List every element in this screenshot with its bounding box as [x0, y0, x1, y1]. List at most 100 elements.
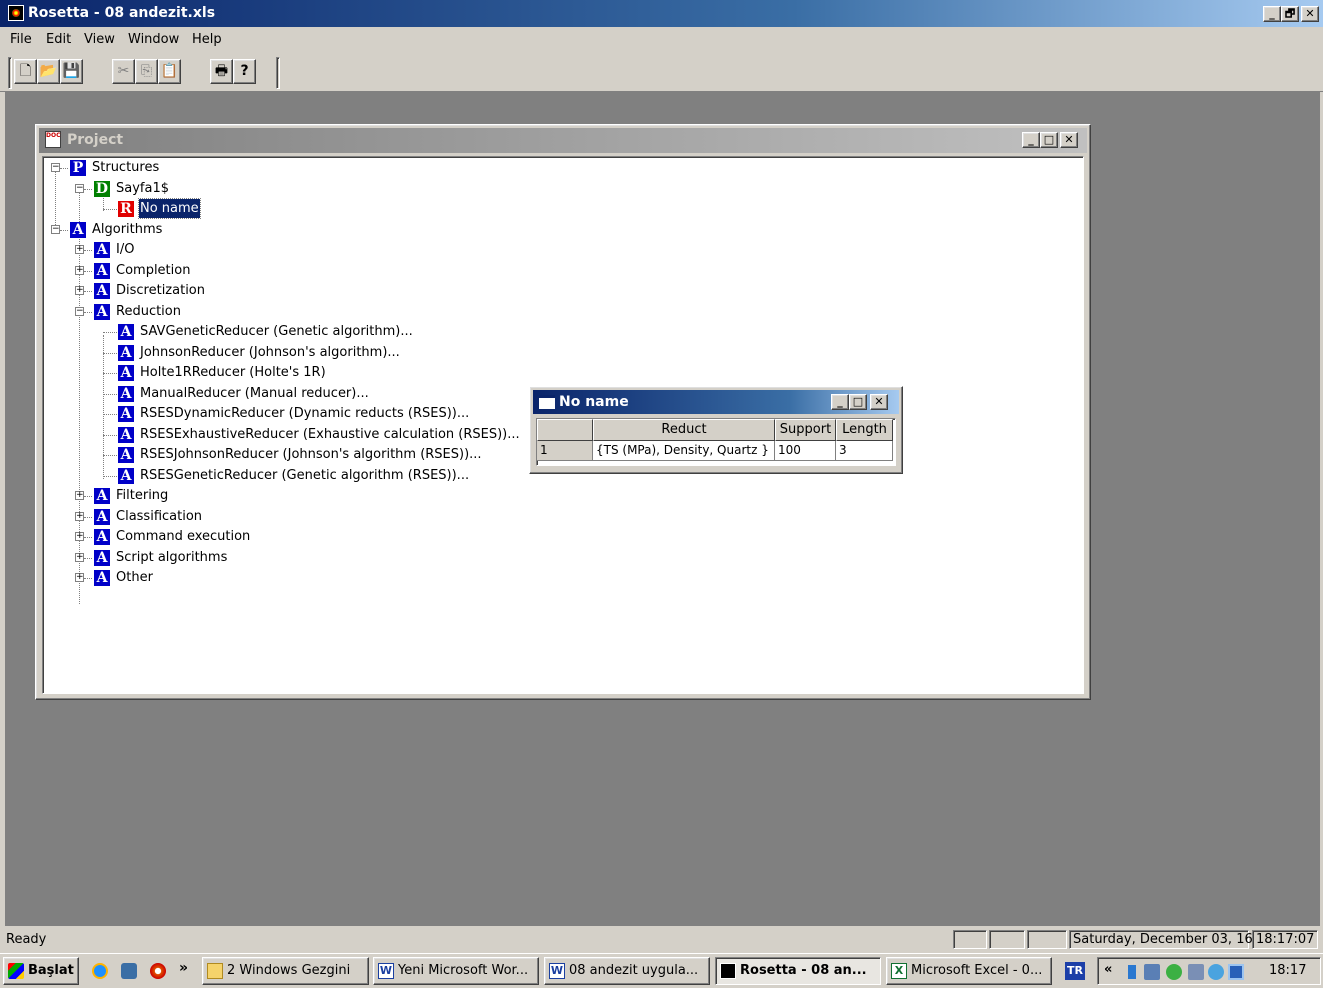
cell-reduct[interactable]: {TS (MPa), Density, Quartz } — [593, 441, 775, 461]
tree-node-structures[interactable]: − P Structures — [43, 158, 243, 177]
tree-node-reducer[interactable]: A SAVGeneticReducer (Genetic algorithm).… — [43, 322, 543, 341]
help-icon[interactable]: ? — [233, 59, 256, 84]
tree-node-command-execution[interactable]: + A Command execution — [43, 527, 250, 546]
tree-node-reducer[interactable]: A RSESExhaustiveReducer (Exhaustive calc… — [43, 425, 543, 444]
tree-node-sayfa[interactable]: − D Sayfa1$ — [43, 179, 243, 198]
menu-view[interactable]: View — [84, 32, 115, 47]
tree-node-reducer[interactable]: A RSESDynamicReducer (Dynamic reducts (R… — [43, 404, 543, 423]
close-button[interactable]: ✕ — [1301, 6, 1319, 22]
network-icon[interactable] — [1144, 964, 1160, 980]
algorithm-icon: A — [70, 222, 86, 238]
expand-icon[interactable]: + — [75, 286, 84, 295]
tree-node-completion[interactable]: + A Completion — [43, 261, 243, 280]
column-header-support[interactable]: Support — [775, 419, 836, 441]
reduct-maximize-button[interactable]: □ — [849, 394, 867, 410]
tree-node-script-algorithms[interactable]: + A Script algorithms — [43, 548, 243, 567]
project-maximize-button[interactable]: □ — [1040, 132, 1058, 148]
print-icon[interactable]: 🖶 — [210, 59, 233, 84]
expand-icon[interactable]: + — [75, 245, 84, 254]
tree-node-filtering[interactable]: + A Filtering — [43, 486, 243, 505]
language-indicator[interactable]: TR — [1065, 962, 1085, 980]
grid-corner-header[interactable] — [537, 419, 593, 441]
tree-node-classification[interactable]: + A Classification — [43, 507, 243, 526]
update-icon[interactable] — [1166, 964, 1182, 980]
status-panel-empty — [953, 930, 987, 949]
collapse-icon[interactable]: − — [75, 307, 84, 316]
algorithm-icon: A — [118, 427, 134, 443]
minimize-button[interactable]: _ — [1263, 6, 1281, 22]
tree-node-reducer[interactable]: A Holte1RReducer (Holte's 1R) — [43, 363, 543, 382]
status-panel-empty — [989, 930, 1025, 949]
cut-icon[interactable]: ✂ — [112, 59, 135, 84]
menu-window[interactable]: Window — [128, 32, 179, 47]
media-player-icon[interactable] — [150, 963, 166, 979]
status-text: Ready — [6, 932, 47, 947]
tree-label: Sayfa1$ — [116, 181, 169, 196]
tree-node-no-name[interactable]: R No name — [43, 198, 243, 219]
system-tray: « 18:17 — [1097, 957, 1321, 985]
algorithm-icon: A — [94, 283, 110, 299]
tree-node-io[interactable]: + A I/O — [43, 240, 243, 259]
taskbar-button-label: Rosetta - 08 an... — [740, 963, 867, 978]
excel-icon: X — [891, 963, 907, 979]
taskbar-button-word-1[interactable]: W Yeni Microsoft Wor... — [373, 957, 539, 985]
tree-node-reducer[interactable]: A JohnsonReducer (Johnson's algorithm)..… — [43, 343, 543, 362]
paste-icon[interactable]: 📋 — [158, 59, 181, 84]
collapse-icon[interactable]: − — [75, 184, 84, 193]
column-header-length[interactable]: Length — [836, 419, 893, 441]
expand-icon[interactable]: + — [75, 512, 84, 521]
expand-icon[interactable]: + — [75, 491, 84, 500]
collapse-icon[interactable]: − — [51, 225, 60, 234]
project-close-button[interactable]: ✕ — [1060, 132, 1078, 148]
rosetta-app-icon[interactable] — [8, 5, 24, 21]
internet-explorer-icon[interactable] — [92, 963, 108, 979]
tray-chevron[interactable]: « — [1104, 962, 1112, 977]
collapse-icon[interactable]: − — [51, 163, 60, 172]
app-title-bar[interactable]: Rosetta - 08 andezit.xls _ 🗗 ✕ — [0, 0, 1323, 27]
tree-node-reducer[interactable]: A RSESJohnsonReducer (Johnson's algorith… — [43, 445, 543, 464]
tree-node-reduction[interactable]: − A Reduction — [43, 302, 243, 321]
reduct-window-title-bar[interactable]: No name _ □ ✕ — [533, 390, 899, 414]
tree-label: Other — [116, 570, 153, 585]
algorithm-icon: A — [94, 242, 110, 258]
tree-node-reducer[interactable]: A RSESGeneticReducer (Genetic algorithm … — [43, 466, 543, 485]
tree-node-algorithms[interactable]: − A Algorithms — [43, 220, 243, 239]
new-icon[interactable]: 🗋 — [14, 59, 37, 84]
quicklaunch-chevron[interactable]: » — [179, 960, 188, 976]
project-title-bar[interactable]: DOC Project _ □ ✕ — [39, 128, 1087, 153]
network-disconnected-icon[interactable] — [1188, 964, 1204, 980]
copy-icon[interactable]: ⎘ — [135, 59, 158, 84]
monitor-icon[interactable] — [1228, 964, 1244, 980]
tree-node-discretization[interactable]: + A Discretization — [43, 281, 243, 300]
expand-icon[interactable]: + — [75, 266, 84, 275]
cell-length[interactable]: 3 — [836, 441, 893, 461]
usb-icon[interactable] — [1208, 964, 1224, 980]
bluetooth-icon[interactable] — [1128, 965, 1136, 979]
cell-support[interactable]: 100 — [775, 441, 836, 461]
open-icon[interactable]: 📂 — [37, 59, 60, 84]
row-header[interactable]: 1 — [537, 441, 593, 461]
save-icon[interactable]: 💾 — [60, 59, 83, 84]
project-badge-icon: P — [70, 160, 86, 176]
taskbar-button-rosetta[interactable]: Rosetta - 08 an... — [715, 957, 881, 985]
menu-edit[interactable]: Edit — [46, 32, 71, 47]
start-button[interactable]: Başlat — [3, 957, 79, 985]
tree-node-reducer[interactable]: A ManualReducer (Manual reducer)... — [43, 384, 543, 403]
expand-icon[interactable]: + — [75, 532, 84, 541]
menu-help[interactable]: Help — [192, 32, 222, 47]
reduct-minimize-button[interactable]: _ — [831, 394, 849, 410]
column-header-reduct[interactable]: Reduct — [593, 419, 775, 441]
expand-icon[interactable]: + — [75, 553, 84, 562]
tree-label: Discretization — [116, 283, 206, 298]
word-icon: W — [378, 963, 394, 979]
taskbar-button-explorer[interactable]: 2 Windows Gezgini — [202, 957, 369, 985]
tree-node-other[interactable]: + A Other — [43, 568, 243, 587]
menu-file[interactable]: File — [10, 32, 32, 47]
project-minimize-button[interactable]: _ — [1022, 132, 1040, 148]
reduct-close-button[interactable]: ✕ — [870, 394, 888, 410]
taskbar-button-word-2[interactable]: W 08 andezit uygula... — [544, 957, 710, 985]
expand-icon[interactable]: + — [75, 573, 84, 582]
restore-button[interactable]: 🗗 — [1281, 6, 1299, 22]
outlook-express-icon[interactable] — [121, 963, 137, 979]
taskbar-button-excel[interactable]: X Microsoft Excel - 0... — [886, 957, 1052, 985]
